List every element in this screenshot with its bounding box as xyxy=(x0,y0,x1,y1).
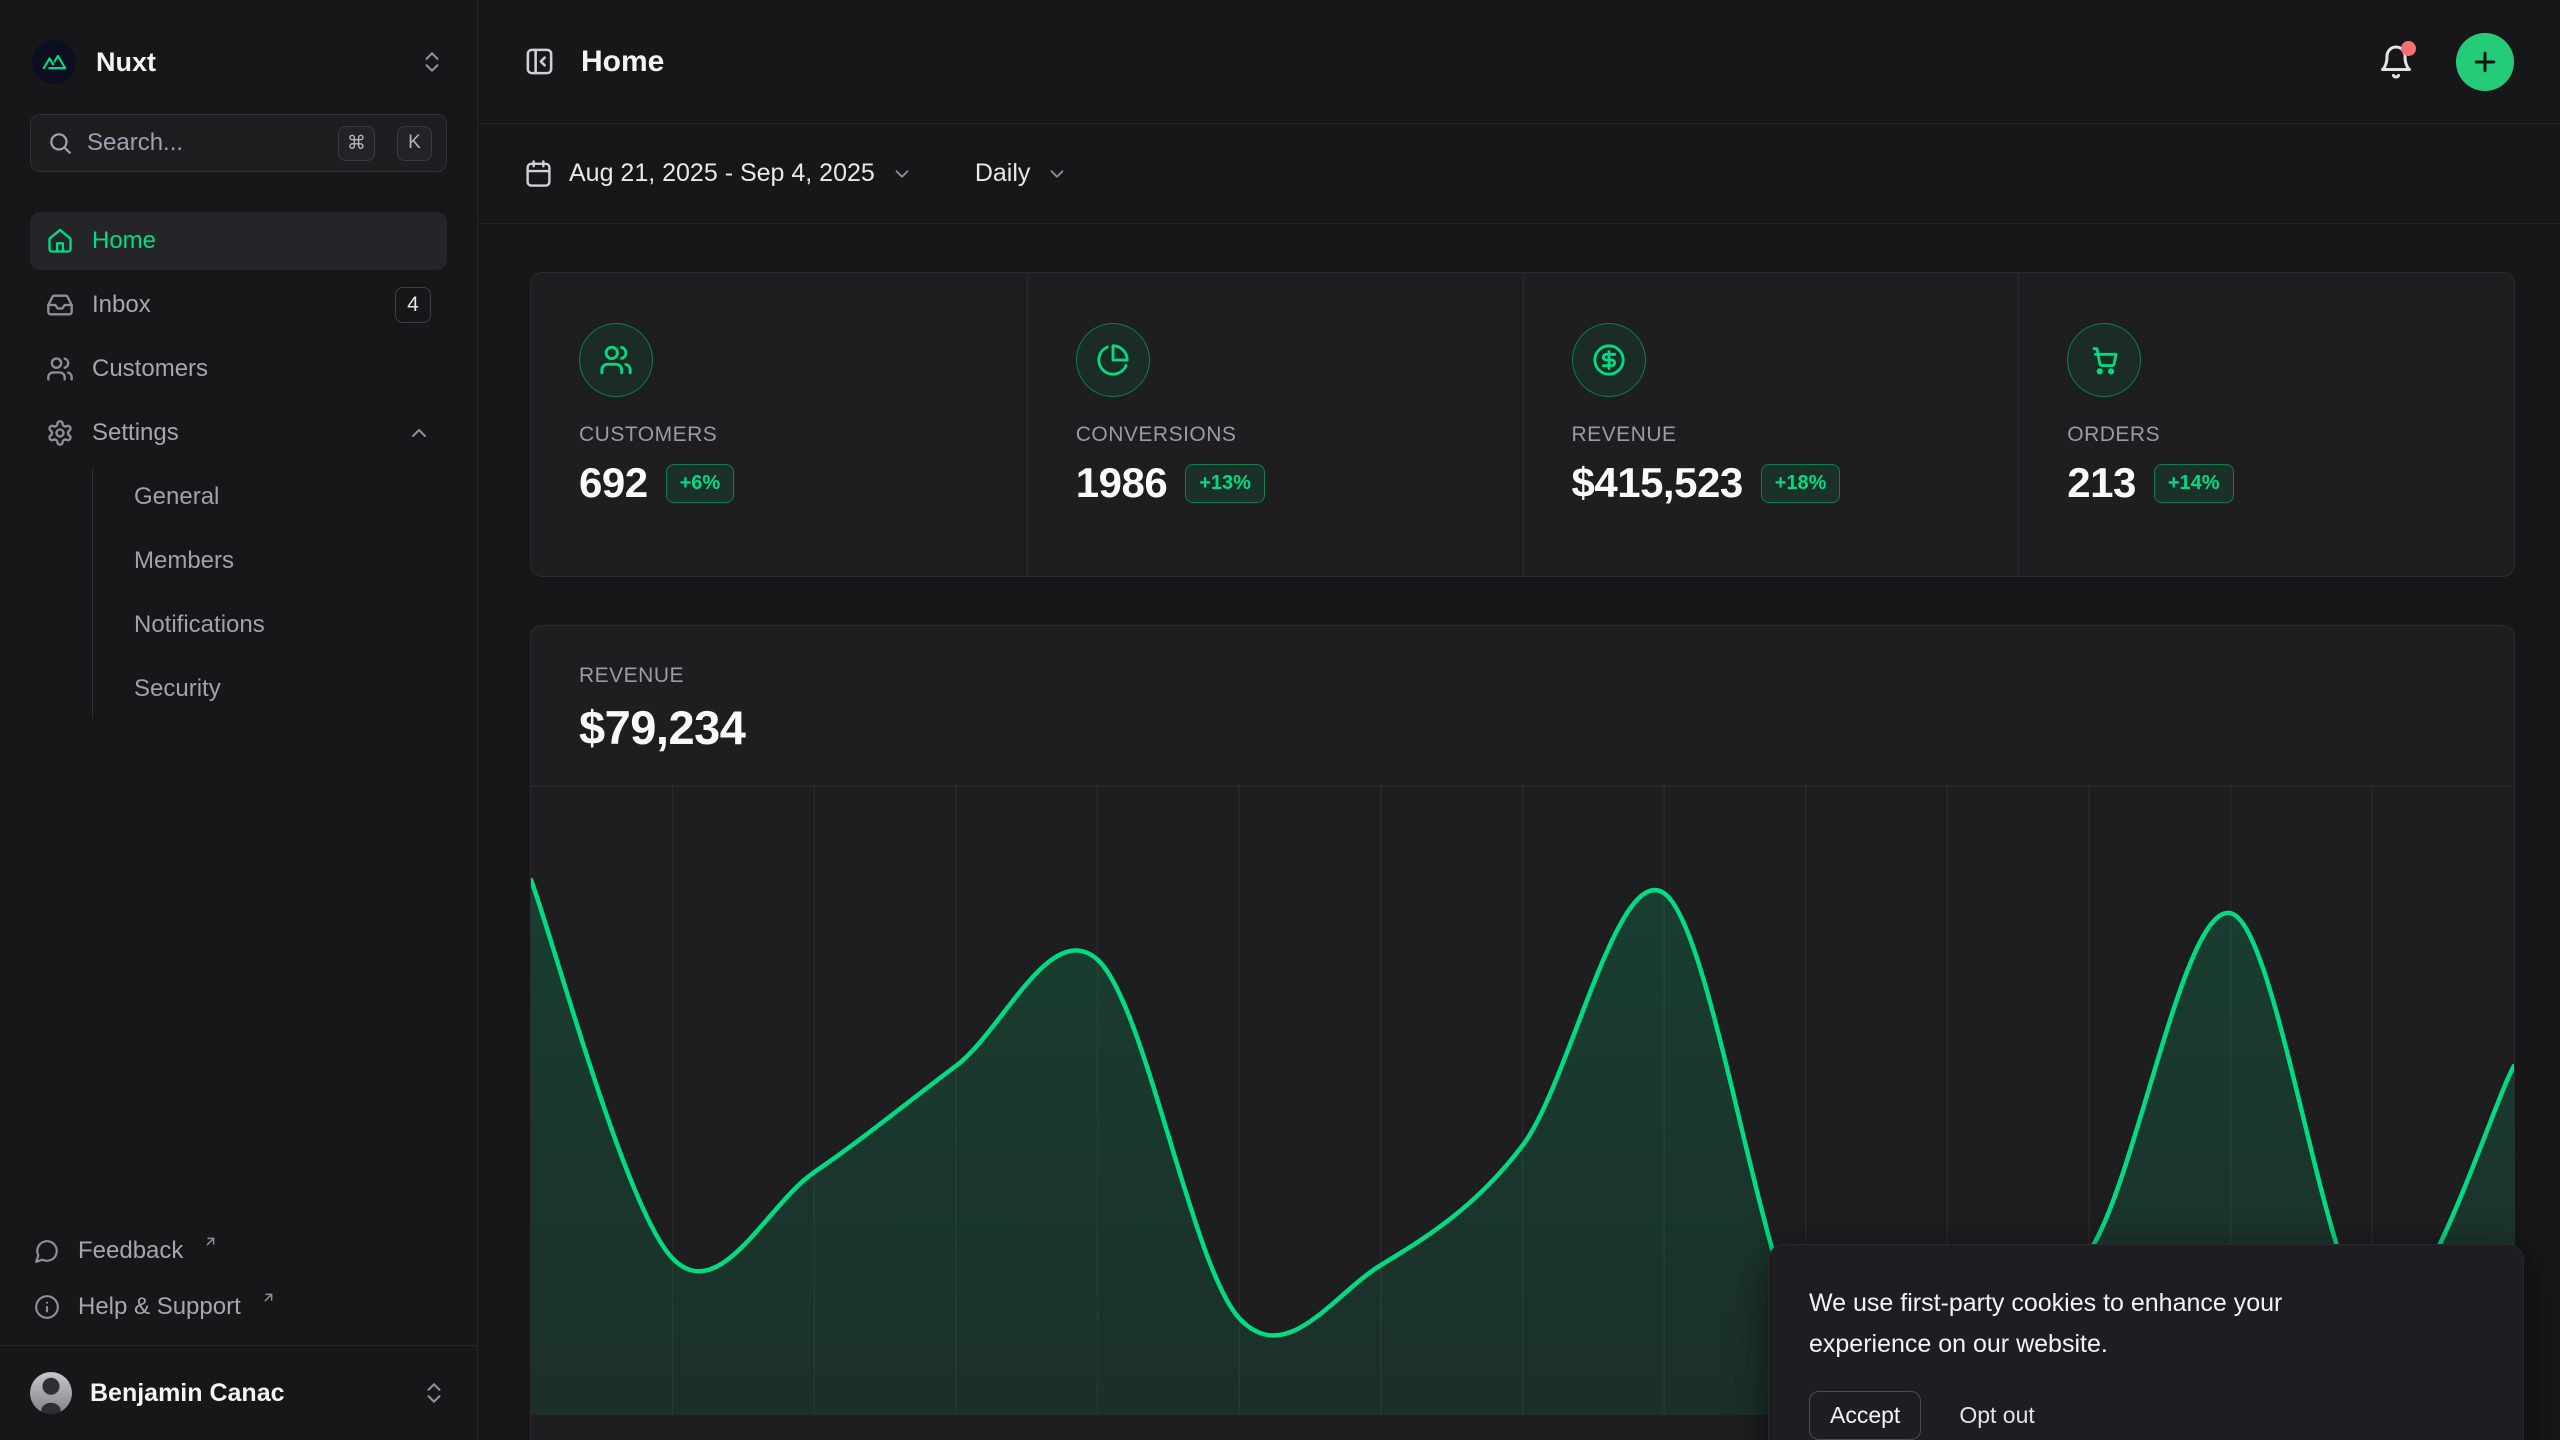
search-icon xyxy=(47,130,73,156)
search-input[interactable]: Search... ⌘ K xyxy=(30,114,447,172)
stat-delta-badge: +14% xyxy=(2154,464,2234,503)
sidebar-item-home[interactable]: Home xyxy=(30,212,447,270)
external-link-icon xyxy=(203,1234,218,1249)
notifications-button[interactable] xyxy=(2378,44,2414,80)
search-placeholder: Search... xyxy=(87,129,324,157)
stat-value: 1986 xyxy=(1076,459,1167,507)
stat-value: $415,523 xyxy=(1572,459,1743,507)
stat-customers[interactable]: CUSTOMERS 692 +6% xyxy=(531,273,1027,576)
inbox-count-badge: 4 xyxy=(395,287,431,323)
stat-label: CONVERSIONS xyxy=(1076,423,1523,447)
page-title: Home xyxy=(581,45,2378,79)
cookie-message-line1: We use first-party cookies to enhance yo… xyxy=(1809,1289,2282,1317)
revenue-chart-value: $79,234 xyxy=(579,700,2466,755)
workspace-switcher[interactable]: Nuxt xyxy=(30,26,447,98)
chat-bubble-icon xyxy=(34,1238,60,1264)
users-icon xyxy=(579,323,653,397)
chevrons-up-down-icon xyxy=(421,1380,447,1406)
info-circle-icon xyxy=(34,1294,60,1320)
optout-cookies-button[interactable]: Opt out xyxy=(1959,1402,2034,1429)
stat-label: REVENUE xyxy=(1572,423,2019,447)
feedback-label: Feedback xyxy=(78,1237,183,1265)
dollar-circle-icon xyxy=(1572,323,1646,397)
settings-subnav: General Members Notifications Security xyxy=(92,468,447,718)
home-icon xyxy=(46,227,74,255)
sidebar-item-customers[interactable]: Customers xyxy=(30,340,447,398)
granularity-value: Daily xyxy=(975,159,1031,188)
sidebar-footer: Feedback Help & Support Benjamin Canac xyxy=(0,1223,477,1440)
sidebar-item-label: Settings xyxy=(92,419,389,447)
inbox-icon xyxy=(46,291,74,319)
accept-cookies-button[interactable]: Accept xyxy=(1809,1391,1921,1440)
sidebar-item-inbox[interactable]: Inbox 4 xyxy=(30,276,447,334)
cookie-banner: We use first-party cookies to enhance yo… xyxy=(1768,1244,2524,1440)
sidebar: Nuxt Search... ⌘ K Home Inbox 4 xyxy=(0,0,478,1440)
revenue-chart-label: REVENUE xyxy=(579,664,2466,688)
sidebar-item-label: Customers xyxy=(92,355,431,383)
stat-delta-badge: +13% xyxy=(1185,464,1265,503)
stats-card: CUSTOMERS 692 +6% CONVERSIONS 1986 +13% xyxy=(530,272,2515,577)
stat-delta-badge: +6% xyxy=(666,464,735,503)
granularity-select[interactable]: Daily xyxy=(975,159,1069,188)
cart-icon xyxy=(2067,323,2141,397)
stat-conversions[interactable]: CONVERSIONS 1986 +13% xyxy=(1027,273,1523,576)
user-name: Benjamin Canac xyxy=(90,1379,403,1408)
stat-label: CUSTOMERS xyxy=(579,423,1027,447)
kbd-k: K xyxy=(397,126,432,161)
sidebar-subitem-members[interactable]: Members xyxy=(93,532,447,590)
gear-icon xyxy=(46,419,74,447)
plus-icon xyxy=(2470,47,2500,77)
chevron-down-icon xyxy=(1046,163,1068,185)
sidebar-subitem-notifications[interactable]: Notifications xyxy=(93,596,447,654)
chevrons-up-down-icon xyxy=(419,49,445,75)
calendar-icon xyxy=(524,159,553,188)
stat-value: 692 xyxy=(579,459,648,507)
collapse-sidebar-button[interactable] xyxy=(524,46,555,77)
main-area: Home Aug 21, 2025 - Sep 4, 2025 Daily xyxy=(478,0,2560,1440)
dashboard-content: CUSTOMERS 692 +6% CONVERSIONS 1986 +13% xyxy=(478,224,2560,1440)
date-range-picker[interactable]: Aug 21, 2025 - Sep 4, 2025 xyxy=(524,159,913,188)
stat-delta-badge: +18% xyxy=(1761,464,1841,503)
stat-orders[interactable]: ORDERS 213 +14% xyxy=(2018,273,2514,576)
date-range-value: Aug 21, 2025 - Sep 4, 2025 xyxy=(569,159,875,188)
help-support-link[interactable]: Help & Support xyxy=(30,1279,447,1335)
kbd-cmd: ⌘ xyxy=(338,126,375,161)
workspace-name: Nuxt xyxy=(96,47,399,78)
sidebar-item-label: Home xyxy=(92,227,431,255)
sidebar-item-label: Inbox xyxy=(92,291,377,319)
notification-dot xyxy=(2401,41,2416,56)
user-menu[interactable]: Benjamin Canac xyxy=(30,1346,447,1440)
sidebar-subitem-general[interactable]: General xyxy=(93,468,447,526)
sidebar-subitem-security[interactable]: Security xyxy=(93,660,447,718)
add-button[interactable] xyxy=(2456,33,2514,91)
sidebar-nav: Home Inbox 4 Customers Settings Ge xyxy=(30,212,447,718)
stat-label: ORDERS xyxy=(2067,423,2514,447)
cookie-message-line2: experience on our website. xyxy=(1809,1330,2108,1358)
filters-toolbar: Aug 21, 2025 - Sep 4, 2025 Daily xyxy=(478,124,2560,224)
external-link-icon xyxy=(261,1290,276,1305)
users-icon xyxy=(46,355,74,383)
nuxt-logo-icon xyxy=(32,40,76,84)
stat-value: 213 xyxy=(2067,459,2136,507)
help-support-label: Help & Support xyxy=(78,1293,241,1321)
feedback-link[interactable]: Feedback xyxy=(30,1223,447,1279)
avatar xyxy=(30,1372,72,1414)
page-header: Home xyxy=(478,0,2560,124)
sidebar-item-settings[interactable]: Settings xyxy=(30,404,447,462)
pie-chart-icon xyxy=(1076,323,1150,397)
chevron-up-icon xyxy=(407,421,431,445)
stat-revenue[interactable]: REVENUE $415,523 +18% xyxy=(1523,273,2019,576)
chevron-down-icon xyxy=(891,163,913,185)
